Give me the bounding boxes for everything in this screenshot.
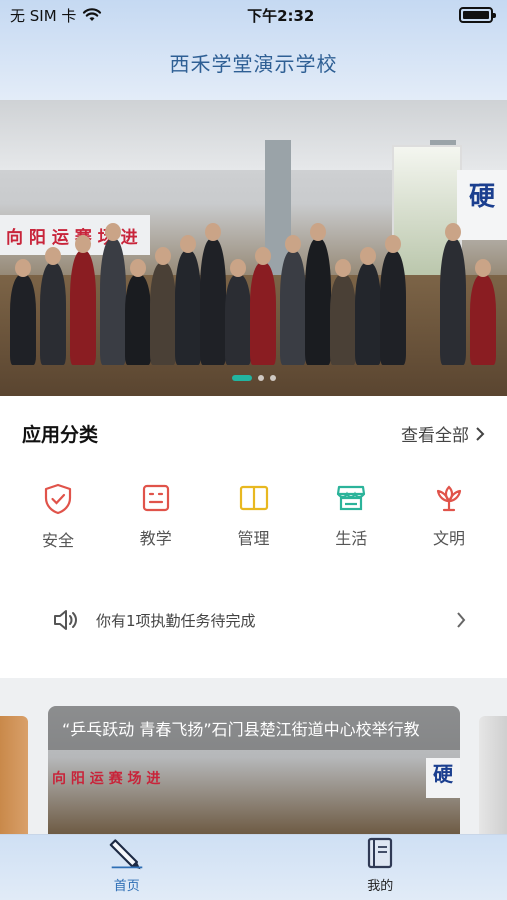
banner-person-head bbox=[445, 223, 461, 241]
banner-person bbox=[70, 251, 96, 365]
teaching-board-icon bbox=[142, 484, 169, 512]
tab-mine[interactable]: 我的 bbox=[254, 835, 507, 900]
banner-person-head bbox=[255, 247, 271, 265]
banner-crowd bbox=[0, 215, 507, 375]
category-label: 生活 bbox=[335, 529, 368, 548]
carousel-dot[interactable] bbox=[269, 375, 276, 381]
category-header: 应用分类 查看全部 bbox=[0, 396, 507, 447]
banner-person bbox=[175, 251, 201, 365]
news-sign: 硬 bbox=[426, 758, 460, 798]
category-label: 管理 bbox=[237, 529, 270, 548]
notice-text: 你有1项执勤任务待完成 bbox=[96, 611, 256, 630]
banner-person bbox=[305, 239, 331, 365]
banner-person-head bbox=[155, 247, 171, 265]
wifi-icon bbox=[83, 8, 102, 21]
news-card-prev[interactable] bbox=[0, 716, 28, 834]
category-civility[interactable]: 文明 bbox=[418, 483, 480, 551]
section-title: 应用分类 bbox=[22, 424, 99, 446]
carrier-label: 无 SIM 卡 bbox=[10, 6, 77, 25]
header: 无 SIM 卡 下午2:32 西禾学堂演示学校 bbox=[0, 0, 507, 100]
banner-person bbox=[125, 275, 151, 365]
news-card[interactable]: 向 阳 运 赛 场 进 硬 “乒乓跃动 青春飞扬”石门县楚江街道中心校举行教 bbox=[48, 706, 460, 834]
chevron-right-icon bbox=[476, 426, 485, 441]
category-life[interactable]: 生活 bbox=[320, 483, 382, 551]
carousel-dot[interactable] bbox=[257, 375, 264, 381]
banner-person bbox=[250, 263, 276, 365]
banner-person-head bbox=[105, 223, 121, 241]
banner-person-head bbox=[45, 247, 61, 265]
chevron-right-icon bbox=[457, 612, 466, 628]
book-open-icon bbox=[239, 485, 268, 511]
banner-person-head bbox=[205, 223, 221, 241]
notice-bar[interactable]: 你有1项执勤任务待完成 bbox=[0, 607, 507, 633]
shield-check-icon bbox=[44, 483, 72, 515]
banner-person bbox=[380, 251, 406, 365]
banner-person bbox=[100, 239, 126, 365]
carousel-dot[interactable] bbox=[231, 375, 252, 381]
carousel-dots bbox=[0, 375, 507, 381]
banner-person bbox=[40, 263, 66, 365]
lotus-icon bbox=[436, 485, 462, 512]
banner-person bbox=[225, 275, 251, 365]
banner-person-head bbox=[335, 259, 351, 277]
banner-person-head bbox=[75, 235, 91, 253]
view-all-label: 查看全部 bbox=[401, 426, 469, 446]
page-title: 西禾学堂演示学校 bbox=[169, 52, 338, 76]
category-teaching[interactable]: 教学 bbox=[125, 483, 187, 551]
tab-label: 我的 bbox=[367, 879, 394, 894]
store-icon bbox=[337, 485, 366, 511]
notebook-icon bbox=[368, 837, 393, 869]
status-bar: 无 SIM 卡 下午2:32 bbox=[0, 0, 507, 30]
view-all-link[interactable]: 查看全部 bbox=[401, 421, 485, 446]
category-label: 教学 bbox=[139, 529, 172, 548]
speaker-icon bbox=[54, 610, 77, 630]
banner-person bbox=[355, 263, 381, 365]
banner-person bbox=[330, 275, 356, 365]
tab-bar: 首页 我的 bbox=[0, 834, 507, 900]
news-carousel[interactable]: 向 阳 运 赛 场 进 硬 “乒乓跃动 青春飞扬”石门县楚江街道中心校举行教 bbox=[0, 678, 507, 834]
banner-person-head bbox=[310, 223, 326, 241]
tab-home[interactable]: 首页 bbox=[0, 835, 254, 900]
banner-person bbox=[470, 275, 496, 365]
banner-person-head bbox=[285, 235, 301, 253]
banner-person bbox=[10, 275, 36, 365]
banner-person-head bbox=[15, 259, 31, 277]
category-management[interactable]: 管理 bbox=[223, 483, 285, 551]
pencil-icon bbox=[109, 839, 143, 870]
banner-person-head bbox=[475, 259, 491, 277]
category-safety[interactable]: 安全 bbox=[27, 483, 89, 551]
banner-person-head bbox=[180, 235, 196, 253]
banner-person-head bbox=[230, 259, 246, 277]
banner-person bbox=[280, 251, 306, 365]
news-card-next[interactable] bbox=[479, 716, 507, 834]
tab-label: 首页 bbox=[113, 879, 140, 894]
banner-person-head bbox=[385, 235, 401, 253]
banner-person bbox=[200, 239, 226, 365]
banner-person-head bbox=[130, 259, 146, 277]
banner-person bbox=[150, 263, 176, 365]
battery-icon bbox=[459, 7, 496, 23]
banner-person bbox=[440, 239, 466, 365]
banner-carousel[interactable]: 向 阳 运 赛 场 进 硬 bbox=[0, 100, 507, 396]
banner-person-head bbox=[360, 247, 376, 265]
status-time: 下午2:32 bbox=[247, 6, 315, 25]
category-card: 应用分类 查看全部 安全 教学 管理 生活 文明 你有1项执勤任务待完成 bbox=[0, 396, 507, 678]
category-label: 文明 bbox=[432, 529, 465, 548]
status-left: 无 SIM 卡 bbox=[10, 5, 102, 26]
news-wall-text: 向 阳 运 赛 场 进 bbox=[52, 771, 161, 787]
category-label: 安全 bbox=[41, 531, 74, 550]
news-title: “乒乓跃动 青春飞扬”石门县楚江街道中心校举行教 bbox=[48, 706, 460, 750]
category-list: 安全 教学 管理 生活 文明 bbox=[0, 483, 507, 551]
